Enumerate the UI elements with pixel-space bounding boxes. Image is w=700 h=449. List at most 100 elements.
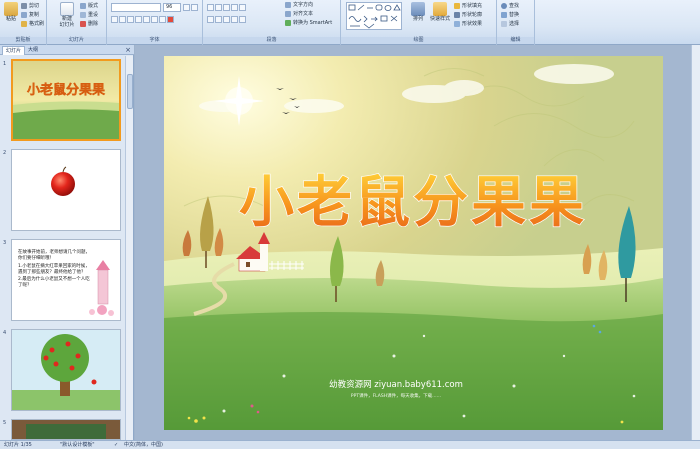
fill-bucket-icon [454, 2, 460, 9]
slide-number: 5 [3, 420, 7, 426]
underline-icon[interactable] [127, 16, 134, 23]
editing-group: 查找 替换 选择 编辑 [497, 0, 535, 45]
watermark-sub: PPT课件，FLASH课件，每天收集，下载…… [351, 392, 441, 399]
clipboard-group: 粘贴 剪切 复制 格式刷 剪贴板 [0, 0, 47, 45]
status-bar: 幻灯片 1/35 "默认设计模板" ✓ 中文(简体，中国) [0, 440, 700, 449]
slide-number: 3 [3, 240, 7, 246]
grow-font-icon[interactable] [183, 4, 190, 11]
bold-icon[interactable] [111, 16, 118, 23]
close-icon[interactable]: × [125, 46, 131, 54]
smartart-button[interactable]: 转换为 SmartArt [285, 18, 332, 27]
delete-button[interactable]: 删除 [80, 19, 98, 28]
tab-slides[interactable]: 幻灯片 [2, 46, 26, 55]
ribbon: 粘贴 剪切 复制 格式刷 剪贴板 新建 幻灯片 版式 重设 删除 幻灯片 96 … [0, 0, 700, 45]
smartart-icon [285, 19, 291, 26]
bullets-icon[interactable] [207, 4, 214, 11]
reset-icon [80, 11, 86, 18]
quick-styles-button[interactable]: 快速样式 [429, 2, 451, 22]
paste-icon [4, 2, 18, 16]
spacing-icon[interactable] [151, 16, 158, 23]
delete-icon [80, 20, 86, 27]
layout-icon [80, 2, 86, 9]
watermark-main: 幼教资源网 ziyuan.baby611.com [329, 379, 463, 390]
justify-icon[interactable] [231, 16, 238, 23]
copy-icon [21, 11, 27, 18]
current-slide[interactable]: 小老鼠分果果 幼教资源网 ziyuan.baby611.com PPT课件，FL… [164, 56, 663, 430]
decrease-indent-icon[interactable] [223, 4, 230, 11]
align-text-button[interactable]: 对齐文本 [285, 9, 313, 18]
shape-fill-button[interactable]: 形状填充 [454, 1, 482, 10]
tab-outline[interactable]: 大纲 [25, 46, 41, 55]
align-right-icon[interactable] [223, 16, 230, 23]
slides-panel: 幻灯片 大纲 × 1 小老鼠分果果 2 3 在故事开始前，老师想请几个问题，你们… [0, 45, 134, 440]
slide-thumbnail-4[interactable] [11, 329, 121, 411]
list-buttons [207, 3, 247, 12]
slides-group: 新建 幻灯片 版式 重设 删除 幻灯片 [47, 0, 107, 45]
arrange-icon [411, 2, 425, 16]
shapes-gallery-icons [348, 4, 401, 29]
reset-button[interactable]: 重设 [80, 10, 98, 19]
select-button[interactable]: 选择 [501, 19, 519, 28]
columns-icon[interactable] [239, 16, 246, 23]
replace-button[interactable]: 替换 [501, 10, 519, 19]
font-style-buttons [111, 15, 175, 24]
scissors-icon [21, 2, 27, 9]
thumb3-decoration [89, 260, 114, 316]
new-slide-icon [60, 2, 74, 16]
panel-scrollbar[interactable] [125, 56, 133, 440]
thumb4-tree [12, 330, 120, 410]
line-spacing-icon[interactable] [239, 4, 246, 11]
text-direction-button[interactable]: 文字方向 [285, 0, 313, 9]
paste-button[interactable]: 粘贴 [2, 2, 20, 22]
slide-counter: 幻灯片 1/35 [4, 442, 32, 448]
font-size-combo[interactable]: 96 [163, 3, 181, 12]
layout-button[interactable]: 版式 [80, 1, 98, 10]
arrange-button[interactable]: 排列 [409, 2, 427, 22]
theme-name: "默认设计模板" [60, 442, 95, 448]
panel-tabs: 幻灯片 大纲 × [0, 45, 134, 55]
font-name-combo[interactable] [111, 3, 161, 12]
slide-editor: 小老鼠分果果 幼教资源网 ziyuan.baby611.com PPT课件，FL… [135, 45, 700, 440]
shape-effects-button[interactable]: 形状效果 [454, 19, 482, 28]
slide-title: 小老鼠分果果 [239, 170, 587, 234]
font-color-icon[interactable] [167, 16, 174, 23]
numbering-icon[interactable] [215, 4, 222, 11]
case-icon[interactable] [159, 16, 166, 23]
thumb5-scene [12, 420, 120, 439]
replace-icon [501, 11, 507, 18]
thumb1-scene: 小老鼠分果果 [13, 61, 119, 139]
new-slide-button[interactable]: 新建 幻灯片 [56, 2, 78, 28]
outline-pen-icon [454, 11, 460, 18]
align-text-icon [285, 10, 291, 17]
slide-number: 2 [3, 150, 7, 156]
binoculars-icon [501, 2, 507, 9]
apple-icon [51, 172, 75, 196]
thumb1-title: 小老鼠分果果 [27, 82, 105, 98]
shape-outline-button[interactable]: 形状轮廓 [454, 10, 482, 19]
shapes-gallery[interactable] [346, 2, 402, 30]
strikethrough-icon[interactable] [135, 16, 142, 23]
italic-icon[interactable] [119, 16, 126, 23]
slide-thumbnail-2[interactable] [11, 149, 121, 231]
scrollbar-thumb[interactable] [127, 74, 133, 109]
select-cursor-icon [501, 20, 507, 27]
increase-indent-icon[interactable] [231, 4, 238, 11]
copy-button[interactable]: 复制 [21, 10, 39, 19]
quick-styles-icon [433, 2, 447, 16]
thumb2-apple [51, 166, 75, 196]
align-center-icon[interactable] [215, 16, 222, 23]
find-button[interactable]: 查找 [501, 1, 519, 10]
format-painter-button[interactable]: 格式刷 [21, 19, 44, 28]
slide-thumbnail-1[interactable]: 小老鼠分果果 [11, 59, 121, 141]
slide-thumbnail-3[interactable]: 在故事开始前，老师想请几个问题，你们要仔细听哦！ 1.小老鼠在摘大红苹果回家的时… [11, 239, 121, 321]
drawing-group: 排列 快速样式 形状填充 形状轮廓 形状效果 绘图 [341, 0, 497, 45]
cut-button[interactable]: 剪切 [21, 1, 39, 10]
shrink-font-icon[interactable] [191, 4, 198, 11]
align-left-icon[interactable] [207, 16, 214, 23]
slide-thumbnail-5[interactable] [11, 419, 121, 440]
editor-scrollbar[interactable] [691, 45, 700, 440]
spell-check-icon[interactable]: ✓ [114, 441, 118, 449]
shadow-icon[interactable] [143, 16, 150, 23]
slide-number: 4 [3, 330, 7, 336]
align-buttons [207, 15, 247, 24]
